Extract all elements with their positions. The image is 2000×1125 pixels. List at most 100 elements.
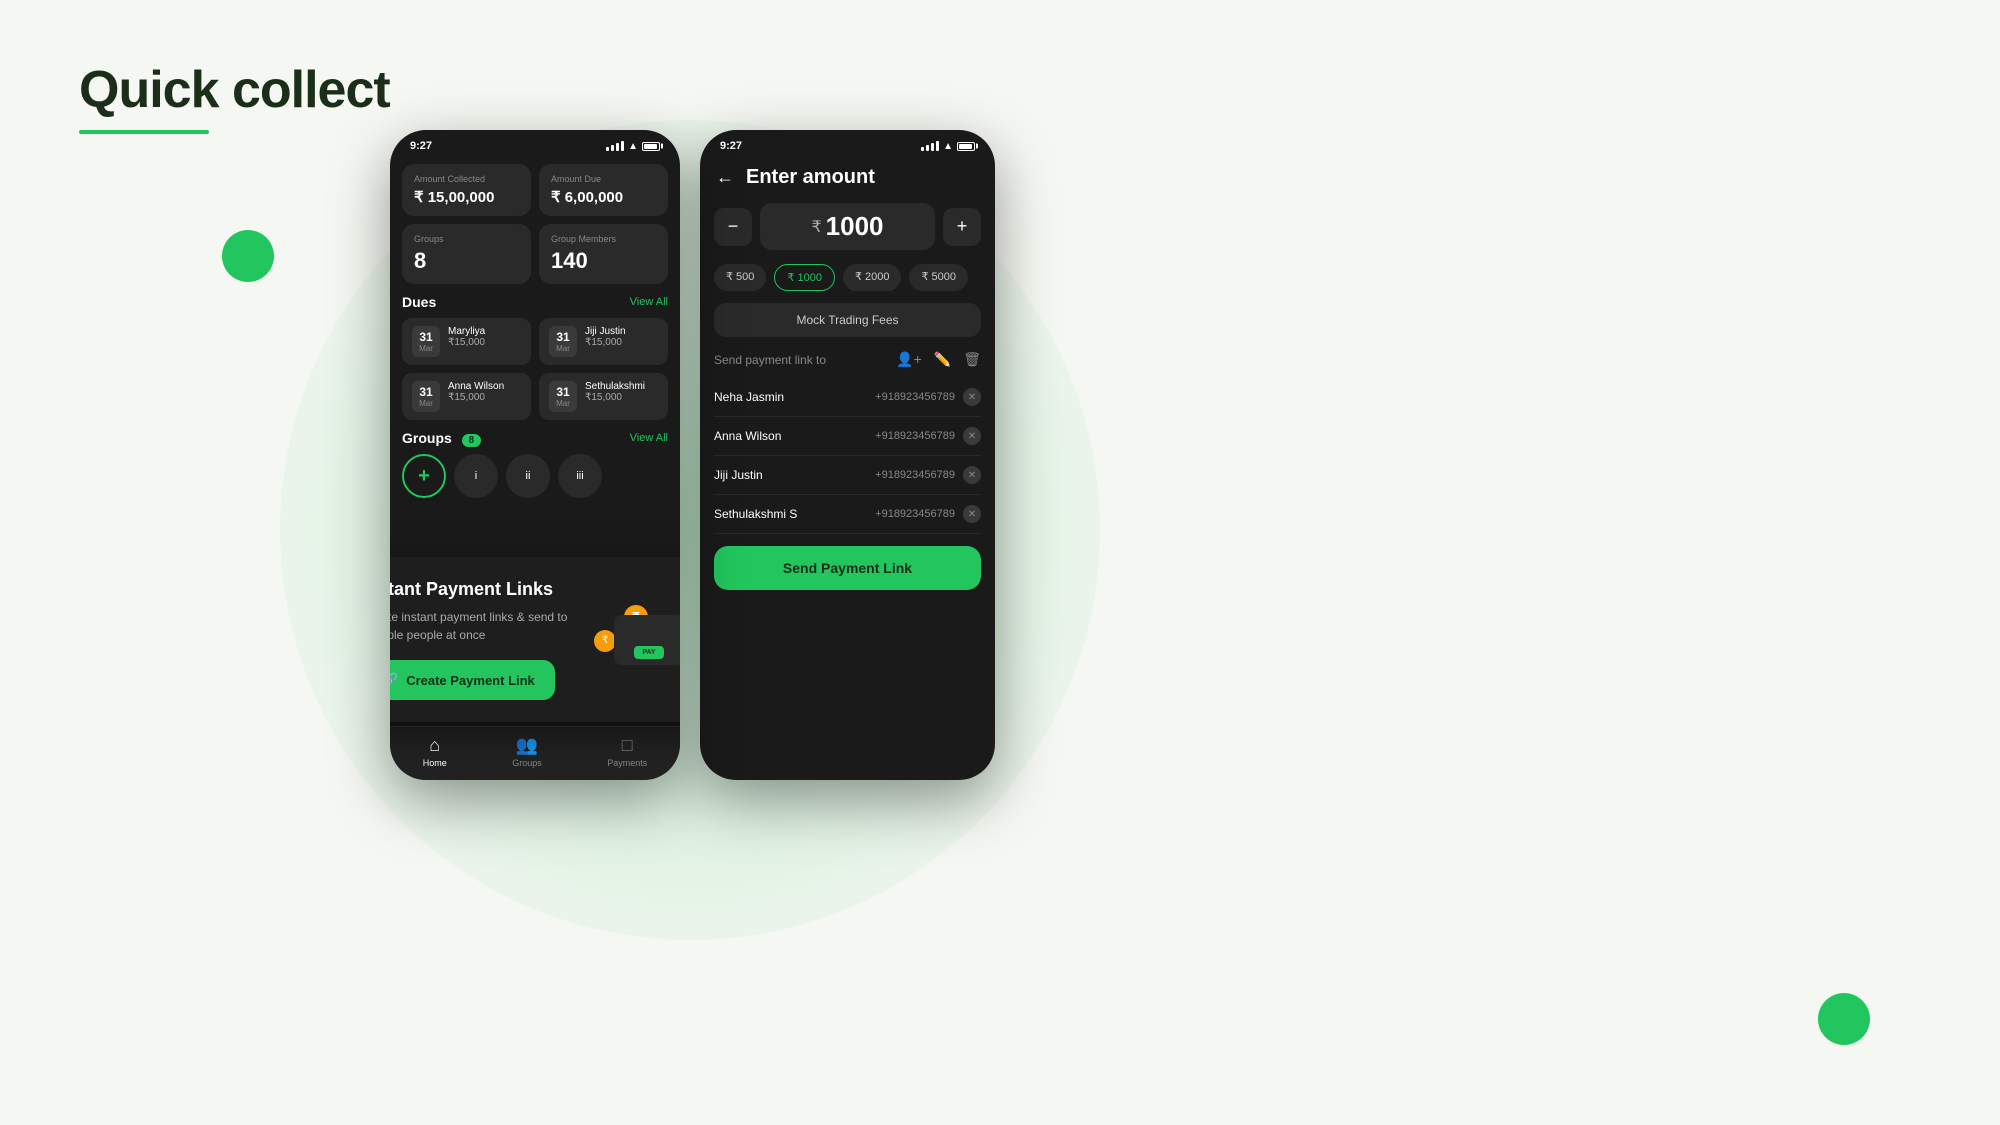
due-month-2: Mar — [555, 344, 571, 353]
plus-button[interactable]: + — [943, 208, 981, 246]
due-date-2: 31 Mar — [549, 326, 577, 357]
status-bar-1: 9:27 ▲ — [390, 130, 680, 156]
amount-collected-label: Amount Collected — [414, 174, 519, 184]
due-amount-2: ₹15,000 — [585, 337, 626, 348]
amount-chip-2000[interactable]: ₹ 2000 — [843, 264, 902, 291]
groups-label: Groups — [414, 234, 519, 244]
contact-remove-4[interactable]: ✕ — [963, 505, 981, 523]
dues-grid: 31 Mar Maryliya ₹15,000 31 Mar Jiji Just… — [402, 318, 668, 420]
send-link-header: Send payment link to 👤+ ✏️ 🗑 — [714, 351, 981, 368]
due-amount-1: ₹15,000 — [448, 337, 485, 348]
contact-right-4: +918923456789 ✕ — [875, 505, 981, 523]
due-day-4: 31 — [555, 385, 571, 399]
send-link-title: Send payment link to — [714, 353, 826, 367]
contact-phone-2: +918923456789 — [875, 430, 955, 442]
groups-row: + i ii iii — [402, 454, 668, 498]
card-mock: PAY — [614, 615, 680, 665]
due-item-3: 31 Mar Anna Wilson ₹15,000 — [402, 373, 531, 420]
dues-view-all[interactable]: View All — [630, 296, 668, 308]
phone-1: 9:27 ▲ Amount Collected ₹ 15,00,000 — [390, 130, 680, 780]
groups-badge: 8 — [462, 434, 482, 447]
due-name-1: Maryliya — [448, 326, 485, 337]
contact-phone-3: +918923456789 — [875, 469, 955, 481]
due-month-3: Mar — [418, 399, 434, 408]
create-btn-label: Create Payment Link — [406, 673, 535, 688]
phone-2: 9:27 ▲ ← Enter amount − — [700, 130, 995, 780]
contact-phone-4: +918923456789 — [875, 508, 955, 520]
due-item-4: 31 Mar Sethulakshmi ₹15,000 — [539, 373, 668, 420]
contact-row-2: Anna Wilson +918923456789 ✕ — [714, 417, 981, 456]
contact-remove-2[interactable]: ✕ — [963, 427, 981, 445]
due-info-3: Anna Wilson ₹15,000 — [448, 381, 504, 403]
due-name-3: Anna Wilson — [448, 381, 504, 392]
back-button[interactable]: ← — [716, 167, 734, 188]
amount-due-label: Amount Due — [551, 174, 656, 184]
contact-row-4: Sethulakshmi S +918923456789 ✕ — [714, 495, 981, 534]
nav-home[interactable]: ⌂ Home — [423, 735, 447, 768]
contact-right-2: +918923456789 ✕ — [875, 427, 981, 445]
edit-icon[interactable]: ✏️ — [934, 351, 951, 368]
groups-icon: 👥 — [516, 735, 538, 756]
due-day-3: 31 — [418, 385, 434, 399]
contact-name-3: Jiji Justin — [714, 468, 763, 482]
battery-icon — [642, 142, 660, 151]
contact-row-1: Neha Jasmin +918923456789 ✕ — [714, 378, 981, 417]
due-name-2: Jiji Justin — [585, 326, 626, 337]
amount-chip-500[interactable]: ₹ 500 — [714, 264, 766, 291]
page-title: Quick collect — [79, 60, 390, 120]
create-payment-link-button[interactable]: 🔗 Create Payment Link — [390, 660, 555, 700]
group-circle-iii[interactable]: iii — [558, 454, 602, 498]
group-circle-ii[interactable]: ii — [506, 454, 550, 498]
amount-input-box[interactable]: ₹ 1000 — [760, 203, 935, 250]
nav-payments[interactable]: □ Payments — [607, 735, 647, 768]
link-icon: 🔗 — [390, 672, 398, 688]
amount-collected-value: ₹ 15,00,000 — [414, 188, 519, 206]
add-contact-icon[interactable]: 👤+ — [896, 351, 922, 368]
wifi-icon-2: ▲ — [943, 141, 953, 152]
due-info-2: Jiji Justin ₹15,000 — [585, 326, 626, 348]
due-info-4: Sethulakshmi ₹15,000 — [585, 381, 645, 403]
home-icon: ⌂ — [429, 735, 440, 756]
mock-trading-fees-button[interactable]: Mock Trading Fees — [714, 303, 981, 337]
due-amount-3: ₹15,000 — [448, 392, 504, 403]
dues-header: Dues View All — [402, 294, 668, 310]
status-icons-1: ▲ — [606, 141, 660, 152]
overlay-illustration: ₹ ₹ ₹ PAY ➤ — [594, 600, 680, 680]
amount-chip-1000[interactable]: ₹ 1000 — [774, 264, 835, 291]
dues-title: Dues — [402, 294, 436, 310]
due-item-1: 31 Mar Maryliya ₹15,000 — [402, 318, 531, 365]
status-bar-2: 9:27 ▲ — [700, 130, 995, 156]
wifi-icon: ▲ — [628, 141, 638, 152]
due-date-1: 31 Mar — [412, 326, 440, 357]
contact-remove-1[interactable]: ✕ — [963, 388, 981, 406]
payment-overlay: Instant Payment Links Create instant pay… — [390, 557, 680, 722]
signal-icon — [606, 141, 624, 151]
amount-due-value: ₹ 6,00,000 — [551, 188, 656, 206]
due-month-4: Mar — [555, 399, 571, 408]
amount-chip-5000[interactable]: ₹ 5000 — [909, 264, 968, 291]
coin-left: ₹ — [594, 630, 616, 652]
payments-icon: □ — [622, 735, 633, 756]
contact-name-1: Neha Jasmin — [714, 390, 784, 404]
due-item-2: 31 Mar Jiji Justin ₹15,000 — [539, 318, 668, 365]
groups-view-all[interactable]: View All — [630, 432, 668, 444]
stats-grid: Amount Collected ₹ 15,00,000 Amount Due … — [402, 164, 668, 284]
nav-groups[interactable]: 👥 Groups — [512, 735, 542, 768]
nav-payments-label: Payments — [607, 758, 647, 768]
minus-button[interactable]: − — [714, 208, 752, 246]
delete-icon[interactable]: 🗑 — [963, 351, 981, 368]
title-underline — [79, 130, 209, 134]
contact-right-1: +918923456789 ✕ — [875, 388, 981, 406]
send-payment-link-button[interactable]: Send Payment Link — [714, 546, 981, 590]
add-group-button[interactable]: + — [402, 454, 446, 498]
pay-button-mock: PAY — [634, 646, 663, 659]
group-members-value: 140 — [551, 248, 656, 274]
contact-name-4: Sethulakshmi S — [714, 507, 797, 521]
contact-remove-3[interactable]: ✕ — [963, 466, 981, 484]
status-icons-2: ▲ — [921, 141, 975, 152]
group-circle-i[interactable]: i — [454, 454, 498, 498]
amount-due-card: Amount Due ₹ 6,00,000 — [539, 164, 668, 216]
due-info-1: Maryliya ₹15,000 — [448, 326, 485, 348]
phones-container: 9:27 ▲ Amount Collected ₹ 15,00,000 — [390, 130, 995, 780]
due-date-4: 31 Mar — [549, 381, 577, 412]
